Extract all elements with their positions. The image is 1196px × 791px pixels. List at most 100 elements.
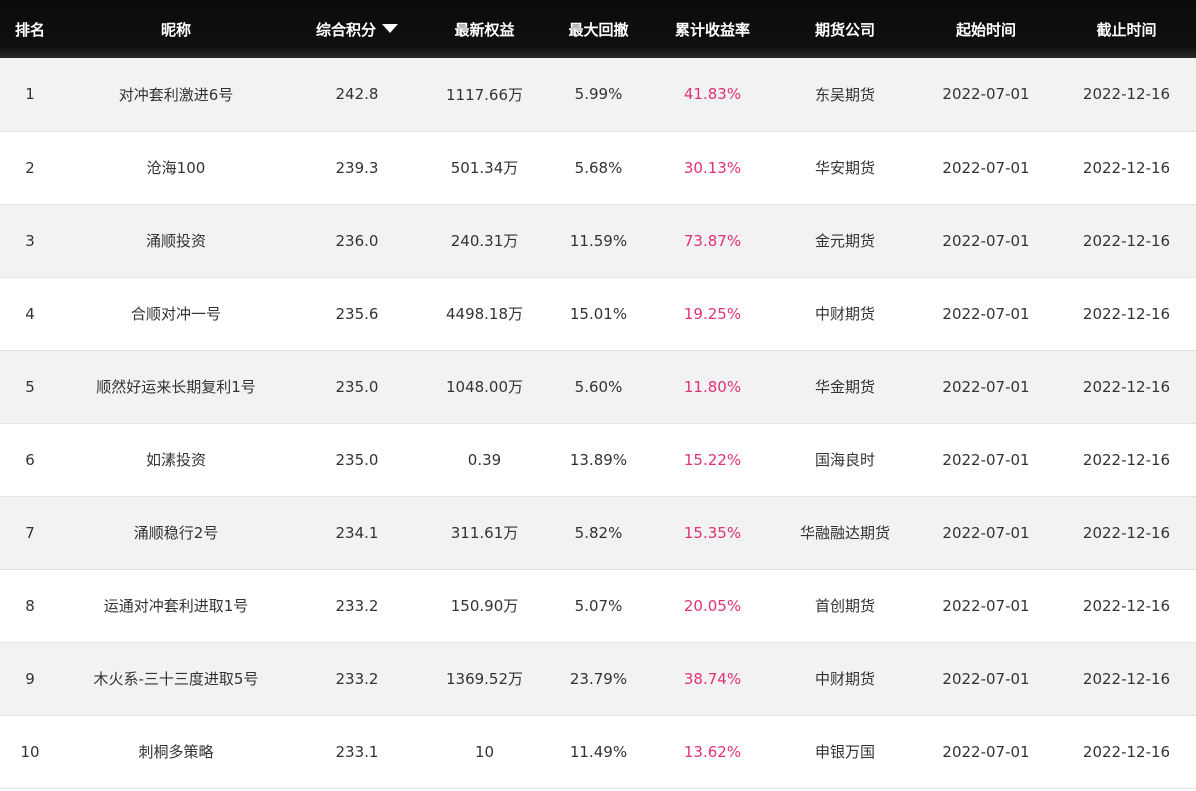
end-time-cell: 2022-12-16 — [1082, 304, 1171, 323]
score-cell: 234.1 — [335, 523, 379, 542]
start-time-cell: 2022-07-01 — [942, 304, 1030, 323]
header-score[interactable]: 综合积分 — [292, 0, 422, 58]
nickname-link[interactable]: 对冲套利激进6号 — [60, 84, 292, 105]
company-cell: 申银万国 — [814, 743, 875, 761]
header-score-label[interactable]: 综合积分 — [316, 21, 376, 39]
start-time-cell: 2022-07-01 — [942, 669, 1030, 688]
header-return: 累计收益率 — [674, 20, 750, 39]
nickname-link[interactable]: 运通对冲套利进取1号 — [60, 595, 292, 616]
nickname-link[interactable]: 涌顺投资 — [60, 230, 292, 251]
header-end-time: 截止时间 — [1096, 20, 1157, 39]
end-time-cell: 2022-12-16 — [1082, 377, 1171, 396]
start-time-cell: 2022-07-01 — [942, 377, 1030, 396]
table-row: 4 合顺对冲一号 235.6 4498.18万 15.01% 19.25% 中财… — [0, 277, 1196, 350]
nickname-link[interactable]: 涌顺稳行2号 — [60, 522, 292, 543]
drawdown-cell: 5.99% — [574, 85, 623, 104]
score-cell: 235.6 — [335, 304, 379, 323]
table-header-row: 排名 昵称 综合积分 最新权益 最大回撤 累计收益率 期货公司 起始时间 截止时… — [0, 0, 1196, 58]
rank-cell: 7 — [25, 523, 35, 542]
header-company: 期货公司 — [814, 20, 875, 39]
rank-cell: 6 — [25, 450, 35, 469]
end-time-cell: 2022-12-16 — [1082, 596, 1171, 615]
company-cell: 东吴期货 — [814, 85, 875, 104]
rank-cell: 2 — [25, 158, 35, 177]
company-cell: 华安期货 — [814, 159, 875, 177]
table-row: 1 对冲套利激进6号 242.8 1117.66万 5.99% 41.83% 东… — [0, 58, 1196, 131]
start-time-cell: 2022-07-01 — [942, 523, 1030, 542]
header-rank: 排名 — [14, 20, 45, 39]
table-row: 2 沧海100 239.3 501.34万 5.68% 30.13% 华安期货 … — [0, 131, 1196, 204]
nickname-cell: 顺然好运来长期复利1号 — [60, 350, 292, 423]
end-time-cell: 2022-12-16 — [1082, 450, 1171, 469]
nickname-cell: 如溸投资 — [60, 423, 292, 496]
start-time-cell: 2022-07-01 — [942, 231, 1030, 250]
company-cell: 国海良时 — [814, 451, 875, 469]
table-row: 10 刺桐多策略 233.1 10 11.49% 13.62% 申银万国 202… — [0, 715, 1196, 788]
start-time-cell: 2022-07-01 — [942, 450, 1030, 469]
nickname-cell: 合顺对冲一号 — [60, 277, 292, 350]
equity-cell: 0.39 — [467, 450, 502, 469]
nickname-link[interactable]: 刺桐多策略 — [60, 741, 292, 762]
end-time-cell: 2022-12-16 — [1082, 669, 1171, 688]
rank-cell: 10 — [20, 742, 40, 761]
nickname-link[interactable]: 沧海100 — [60, 157, 292, 178]
drawdown-cell: 5.68% — [574, 158, 623, 177]
header-start-time: 起始时间 — [955, 20, 1016, 39]
sort-desc-triangle-icon[interactable] — [382, 23, 398, 33]
nickname-link[interactable]: 顺然好运来长期复利1号 — [60, 376, 292, 397]
equity-cell: 10 — [474, 742, 495, 761]
table-row: 9 木火系-三十三度进取5号 233.2 1369.52万 23.79% 38.… — [0, 642, 1196, 715]
return-cell: 38.74% — [683, 669, 742, 688]
start-time-cell: 2022-07-01 — [942, 596, 1030, 615]
company-cell: 首创期货 — [814, 597, 875, 615]
drawdown-cell: 15.01% — [569, 304, 628, 323]
score-cell: 235.0 — [335, 450, 379, 469]
table-row: 7 涌顺稳行2号 234.1 311.61万 5.82% 15.35% 华融融达… — [0, 496, 1196, 569]
nickname-cell: 刺桐多策略 — [60, 715, 292, 788]
header-equity: 最新权益 — [454, 20, 515, 39]
drawdown-cell: 5.82% — [574, 523, 623, 542]
equity-cell: 1048.00万 — [445, 378, 524, 396]
header-drawdown: 最大回撤 — [568, 20, 629, 39]
return-cell: 11.80% — [683, 377, 742, 396]
rank-cell: 4 — [25, 304, 35, 323]
equity-cell: 4498.18万 — [445, 305, 524, 323]
end-time-cell: 2022-12-16 — [1082, 523, 1171, 542]
nickname-cell: 对冲套利激进6号 — [60, 58, 292, 131]
drawdown-cell: 23.79% — [569, 669, 628, 688]
return-cell: 15.35% — [683, 523, 742, 542]
ranking-table: 排名 昵称 综合积分 最新权益 最大回撤 累计收益率 期货公司 起始时间 截止时… — [0, 0, 1196, 789]
start-time-cell: 2022-07-01 — [942, 85, 1030, 104]
equity-cell: 1117.66万 — [445, 85, 524, 104]
drawdown-cell: 5.07% — [574, 596, 623, 615]
company-cell: 华融融达期货 — [799, 524, 890, 542]
drawdown-cell: 11.49% — [569, 742, 628, 761]
table-row: 5 顺然好运来长期复利1号 235.0 1048.00万 5.60% 11.80… — [0, 350, 1196, 423]
nickname-link[interactable]: 合顺对冲一号 — [60, 303, 292, 324]
end-time-cell: 2022-12-16 — [1082, 85, 1171, 104]
end-time-cell: 2022-12-16 — [1082, 742, 1171, 761]
end-time-cell: 2022-12-16 — [1082, 158, 1171, 177]
nickname-cell: 沧海100 — [60, 131, 292, 204]
equity-cell: 501.34万 — [450, 159, 519, 177]
nickname-cell: 涌顺投资 — [60, 204, 292, 277]
table-row: 3 涌顺投资 236.0 240.31万 11.59% 73.87% 金元期货 … — [0, 204, 1196, 277]
nickname-cell: 涌顺稳行2号 — [60, 496, 292, 569]
score-cell: 235.0 — [335, 377, 379, 396]
end-time-cell: 2022-12-16 — [1082, 231, 1171, 250]
nickname-cell: 木火系-三十三度进取5号 — [60, 642, 292, 715]
equity-cell: 150.90万 — [450, 597, 519, 615]
drawdown-cell: 13.89% — [569, 450, 628, 469]
nickname-link[interactable]: 如溸投资 — [60, 449, 292, 470]
company-cell: 金元期货 — [814, 232, 875, 250]
nickname-cell: 运通对冲套利进取1号 — [60, 569, 292, 642]
header-nickname: 昵称 — [160, 20, 191, 39]
score-cell: 236.0 — [335, 231, 379, 250]
score-cell: 242.8 — [335, 85, 379, 104]
rank-cell: 5 — [25, 377, 35, 396]
drawdown-cell: 5.60% — [574, 377, 623, 396]
score-cell: 233.2 — [335, 596, 379, 615]
nickname-link[interactable]: 木火系-三十三度进取5号 — [60, 668, 292, 689]
return-cell: 13.62% — [683, 742, 742, 761]
score-cell: 233.2 — [335, 669, 379, 688]
